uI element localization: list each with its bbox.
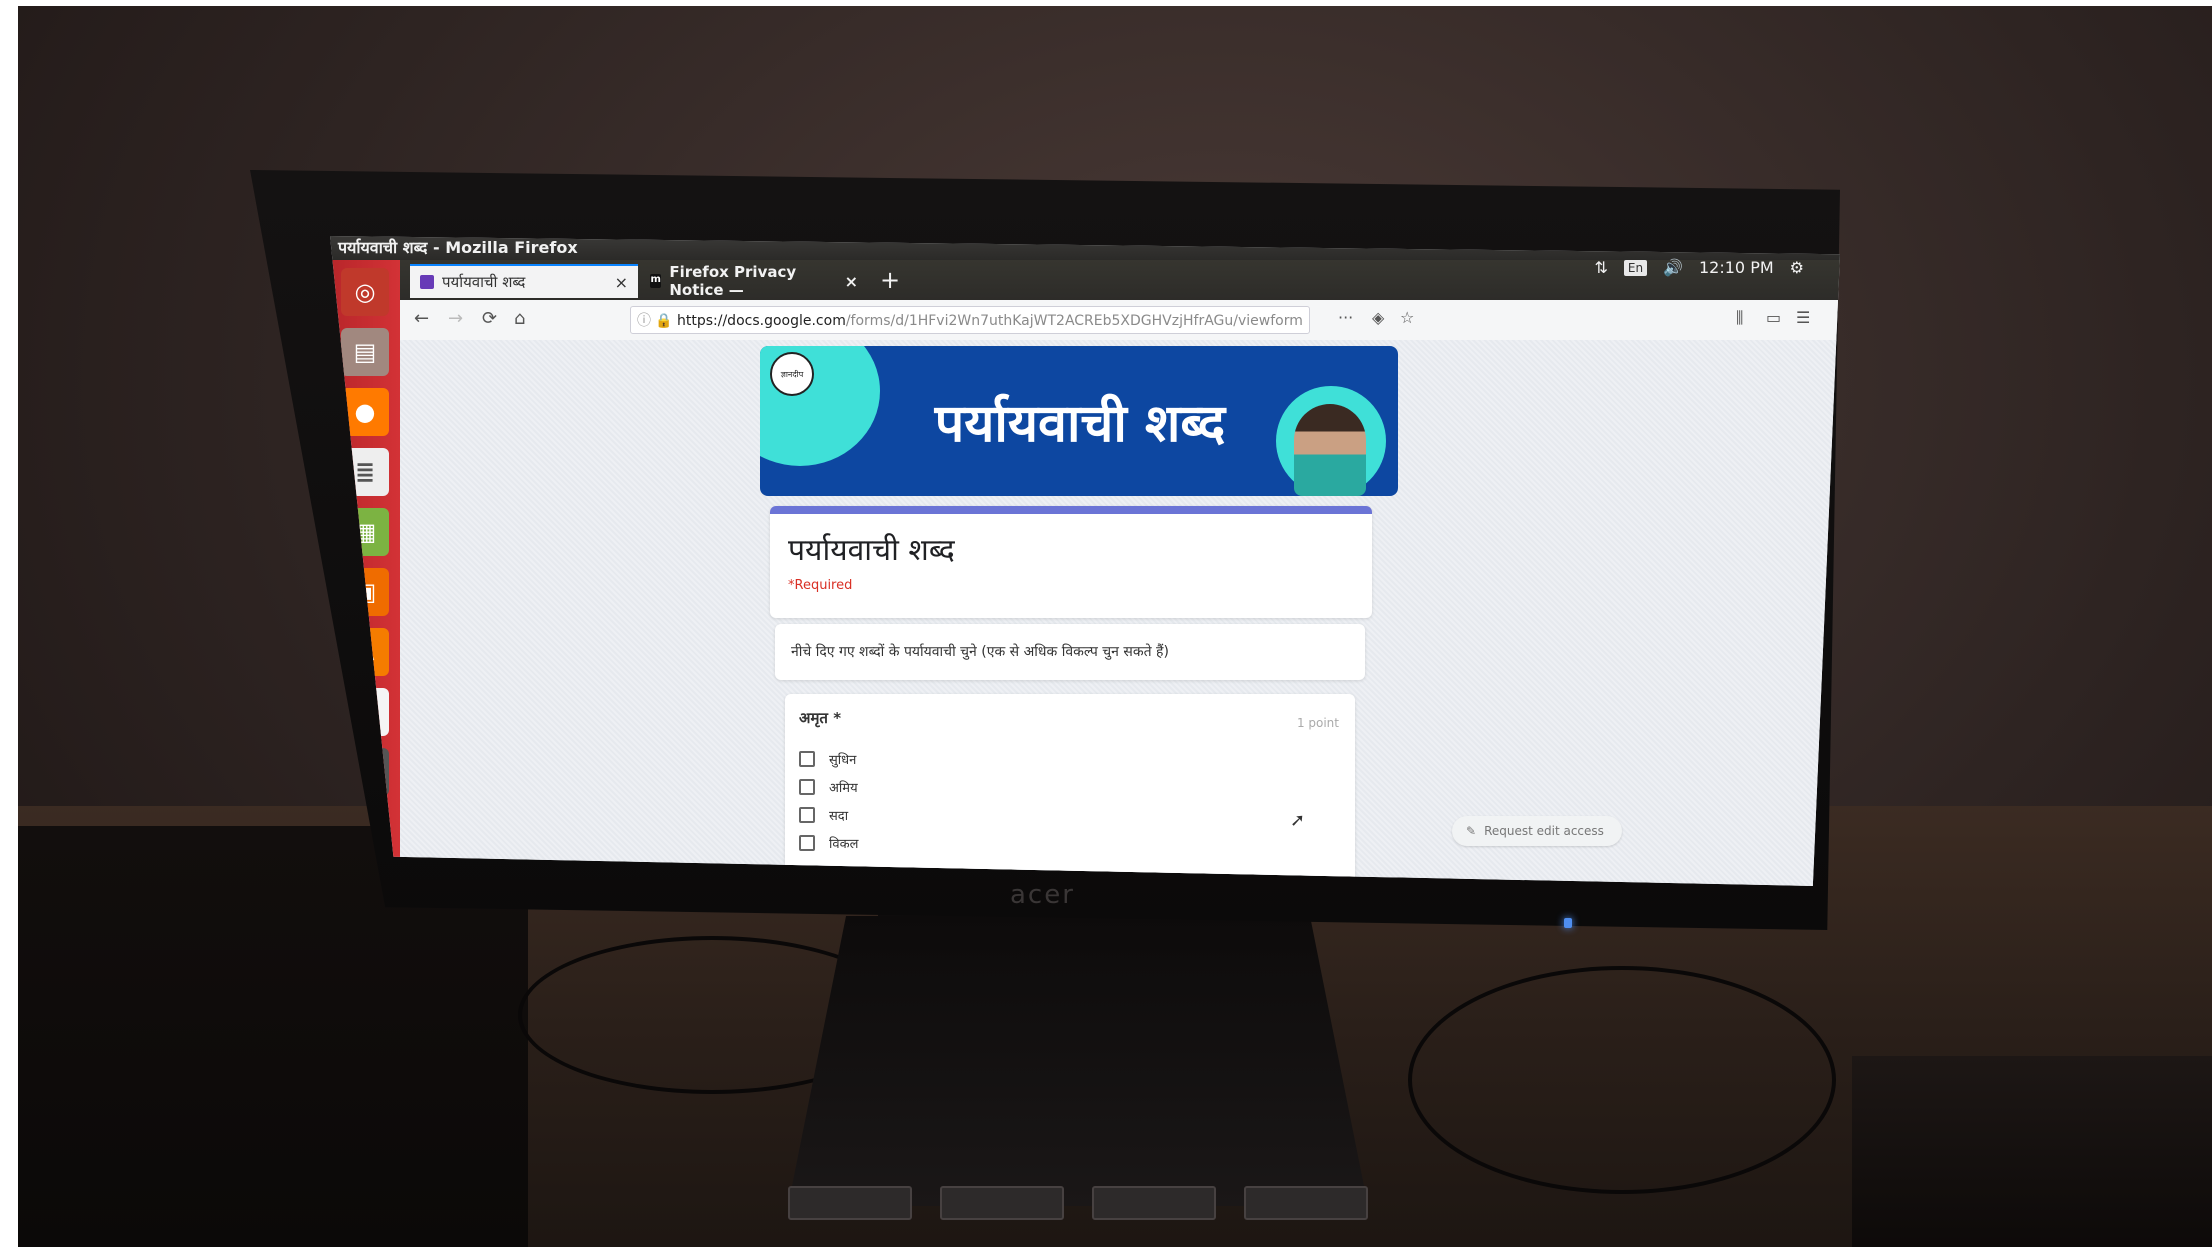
close-icon[interactable]: × [845,272,858,291]
files-icon[interactable]: ▤ [341,328,389,376]
system-tray: ⇅ En 🔊 12:10 PM ⚙ [1594,258,1804,277]
lock-icon: 🔒 [655,313,673,329]
network-icon[interactable]: ⇅ [1594,258,1607,277]
monitor-stand [788,916,1368,1206]
clock[interactable]: 12:10 PM [1699,258,1774,277]
library-icon[interactable]: ⫼ [1736,308,1743,328]
speaker-right [1852,1056,2212,1247]
url-host: https://docs.google.com [677,313,846,329]
page-actions-icon[interactable]: ··· [1338,308,1353,327]
monitor-brand: acer [1010,880,1075,910]
ubuntu-logo-icon[interactable]: ◎ [341,268,389,316]
checkbox[interactable] [799,779,815,795]
form-title-card: पर्यायवाची शब्द *Required [770,506,1372,618]
back-icon[interactable]: ← [414,308,429,329]
tab-label: Firefox Privacy Notice — [669,263,797,299]
new-tab-icon[interactable]: + [880,266,900,294]
page-content: ज्ञानदीप पर्यायवाची शब्द पर्यायवाची शब्द… [400,340,1840,886]
power-led [1564,918,1572,928]
form-description: नीचे दिए गए शब्दों के पर्यायवाची चुने (ए… [791,644,1169,660]
required-note: *Required [788,578,853,593]
forward-icon[interactable]: → [448,308,463,329]
form-description-card: नीचे दिए गए शब्दों के पर्यायवाची चुने (ए… [775,624,1365,680]
option-checkbox[interactable]: सुधिन [799,750,856,768]
info-icon[interactable]: ⓘ [637,307,651,333]
question-label: अमृत * [799,709,842,727]
question-card: अमृत * 1 point सुधिन अमिय सदा विकल [785,694,1355,886]
screen: पर्यायवाची शब्द - Mozilla Firefox पर्याय… [330,236,1840,886]
checkbox[interactable] [799,751,815,767]
option-checkbox[interactable]: अमिय [799,778,858,796]
home-icon[interactable]: ⌂ [514,308,525,329]
nav-bar: ← → ⟳ ⌂ ⓘ 🔒 https://docs.google.com/form… [400,300,1840,341]
sidebar-icon[interactable]: ▭ [1766,308,1781,327]
request-edit-label: Request edit access [1484,824,1604,838]
form-banner: ज्ञानदीप पर्यायवाची शब्द [760,346,1398,496]
forms-favicon-icon [420,275,434,289]
cable [1408,966,1836,1194]
tab-label: पर्यायवाची शब्द [442,273,526,291]
tab-privacy-notice[interactable]: m Firefox Privacy Notice — × [640,263,868,299]
privacy-favicon-icon: m [650,274,662,288]
bookmark-star-icon[interactable]: ☆ [1400,308,1414,327]
school-logo: ज्ञानदीप [770,352,814,396]
menu-icon[interactable]: ☰ [1796,308,1810,327]
option-label: सुधिन [829,753,857,768]
question-points: 1 point [1296,716,1339,730]
option-label: अमिय [829,781,858,796]
checkbox[interactable] [799,807,815,823]
url-path: /forms/d/1HFvi2Wn7uthKajWT2ACREb5XDGHVzj… [845,313,1303,329]
pencil-icon: ✎ [1466,824,1477,838]
keyboard-language[interactable]: En [1623,259,1648,276]
request-edit-access-button[interactable]: ✎ Request edit access [1452,816,1622,846]
close-icon[interactable]: × [615,273,628,292]
mouse-cursor-icon: ➚ [1290,810,1306,831]
url-bar[interactable]: ⓘ 🔒 https://docs.google.com/forms/d/1HFv… [630,306,1310,334]
banner-title: पर्यायवाची शब्द [934,394,1226,454]
teacher-photo [1294,404,1366,496]
option-label: विकल [829,837,859,852]
option-checkbox[interactable]: विकल [799,834,858,852]
checkbox[interactable] [799,835,815,851]
volume-icon[interactable]: 🔊 [1663,258,1683,277]
option-checkbox[interactable]: सदा [799,806,848,824]
settings-gear-icon[interactable]: ⚙ [1790,258,1804,277]
reload-icon[interactable]: ⟳ [482,308,497,329]
pocket-icon[interactable]: ◈ [1372,308,1384,327]
keyboard [778,1186,1428,1226]
form-title: पर्यायवाची शब्द [788,533,955,568]
tab-forms[interactable]: पर्यायवाची शब्द × [410,264,638,298]
option-label: सदा [829,809,849,824]
